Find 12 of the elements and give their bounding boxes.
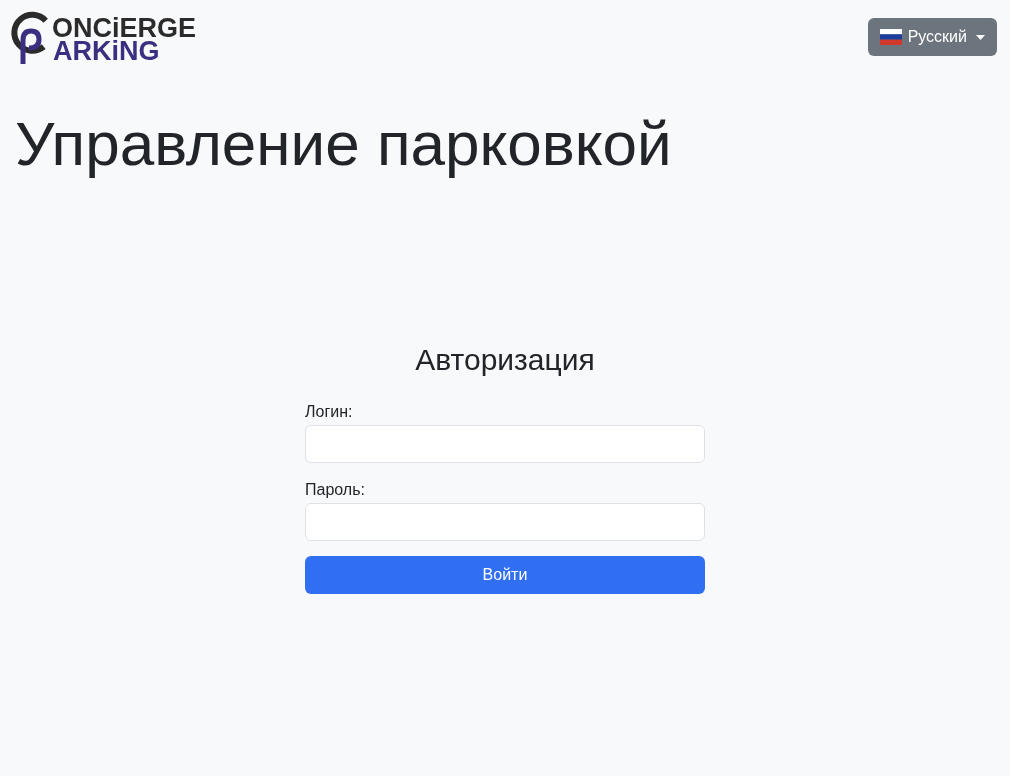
field-label: Пароль: [305,480,365,501]
login-button[interactable]: Войти [305,556,705,595]
page-title: Управление парковкой [15,108,673,180]
logo-text: ONCiERGE [52,17,197,40]
logo-text: ARKiNG [53,40,160,63]
field-label: Логин: [305,402,353,423]
flag-icon [879,29,902,45]
input-field[interactable] [305,503,705,542]
input-field[interactable] [305,425,705,464]
language-dropdown[interactable]: Русский [867,18,997,56]
caret-icon [976,34,985,40]
form-title: Авторизация [414,342,596,379]
